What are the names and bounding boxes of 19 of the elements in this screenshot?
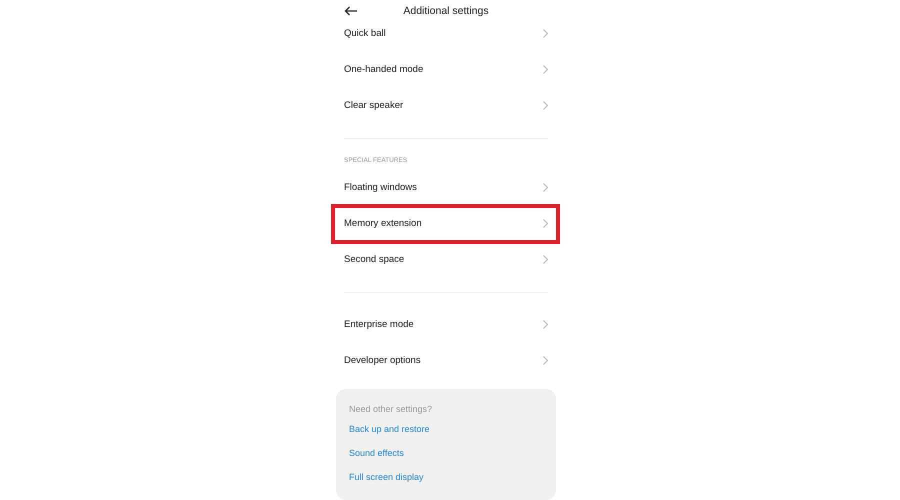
- menu-item[interactable]: Quick ball: [336, 15, 556, 52]
- page-title: Additional settings: [403, 4, 489, 17]
- chevron-icon: [543, 100, 548, 110]
- menu-item[interactable]: Enterprise mode: [336, 306, 556, 343]
- menu-item[interactable]: Floating windows: [336, 169, 556, 206]
- card-title: Need other settings?: [349, 402, 432, 416]
- menu-item[interactable]: Memory extension: [336, 205, 556, 242]
- menu-item[interactable]: Developer options: [336, 342, 556, 379]
- back-icon[interactable]: [344, 6, 358, 16]
- menu-item[interactable]: One-handed mode: [336, 51, 556, 88]
- chevron-icon: [543, 320, 548, 330]
- chevron-icon: [543, 356, 548, 366]
- menu-item[interactable]: Second space: [336, 241, 556, 278]
- menu-item[interactable]: Clear speaker: [336, 87, 556, 124]
- chevron-icon: [543, 182, 548, 192]
- chevron-icon: [543, 218, 548, 228]
- chevron-icon: [543, 28, 548, 38]
- chevron-icon: [543, 64, 548, 74]
- chevron-icon: [543, 254, 548, 264]
